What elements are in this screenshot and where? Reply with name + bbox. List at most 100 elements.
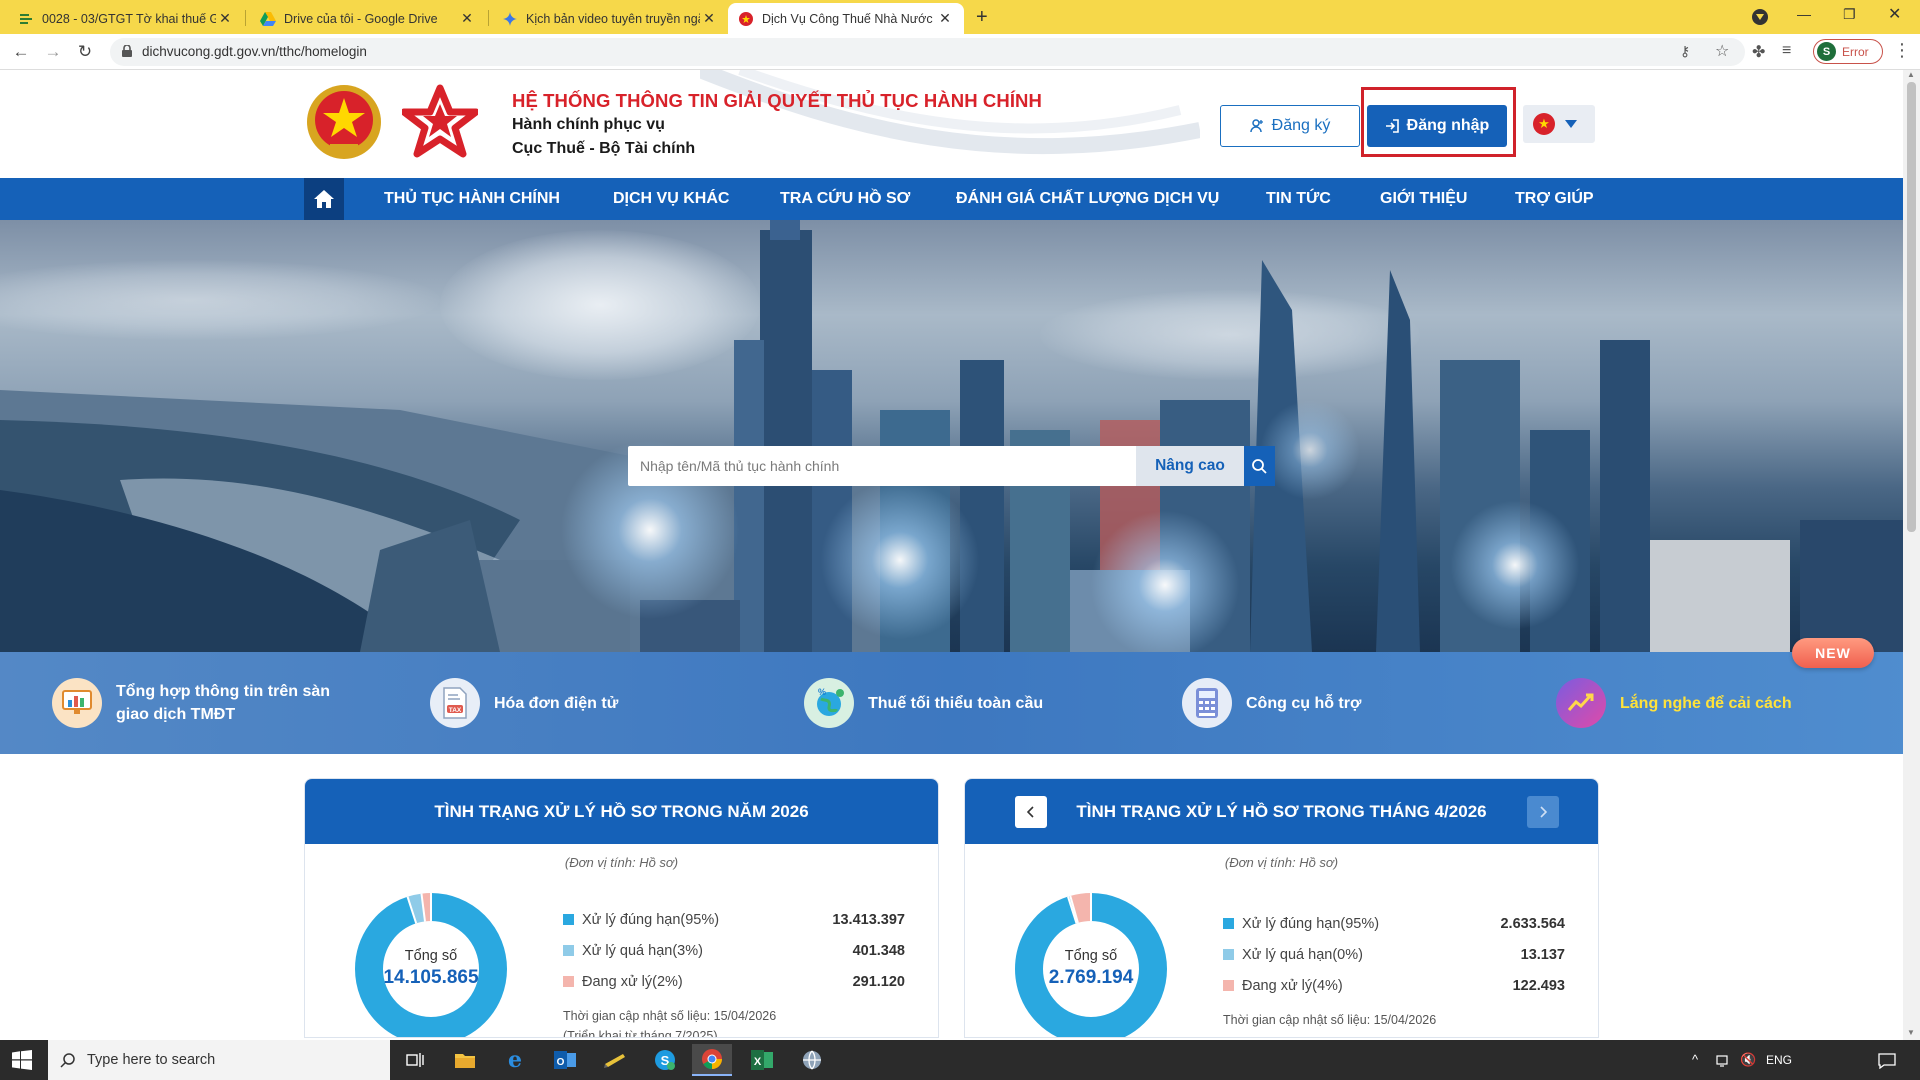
next-month-button[interactable] <box>1527 796 1559 828</box>
browser-toolbar: ← → ↻ dichvucong.gdt.gov.vn/tthc/homelog… <box>0 34 1920 70</box>
tab-title: Kịch bản video tuyên truyền ngắn <box>526 11 700 26</box>
outlook-icon[interactable]: O <box>545 1044 585 1076</box>
nav-news[interactable]: TIN TỨC <box>1266 178 1331 220</box>
browser-tab[interactable]: Drive của tôi - Google Drive ✕ <box>250 3 486 34</box>
close-window-icon[interactable]: ✕ <box>1888 4 1901 24</box>
close-tab-icon[interactable]: ✕ <box>458 10 476 27</box>
quick-link-support-tools[interactable]: Công cụ hỗ trợ <box>1182 652 1361 754</box>
scroll-up-icon[interactable]: ▲ <box>1907 70 1915 79</box>
svg-text:e: e <box>508 1049 522 1071</box>
network-icon[interactable] <box>1716 1040 1732 1080</box>
page-scrollbar[interactable]: ▲ ▼ <box>1903 70 1920 1040</box>
advanced-search-button[interactable]: Nâng cao <box>1136 446 1244 486</box>
previous-month-button[interactable] <box>1015 796 1047 828</box>
home-icon <box>314 190 334 208</box>
skype-icon[interactable]: S <box>645 1044 685 1076</box>
windows-start-icon[interactable] <box>12 1050 32 1075</box>
register-button[interactable]: Đăng ký <box>1220 105 1360 147</box>
new-tab-button[interactable]: + <box>976 6 988 29</box>
search-icon <box>60 1052 75 1068</box>
media-queue-icon[interactable]: ≡ <box>1782 42 1791 60</box>
extensions-icon[interactable]: ✤ <box>1752 42 1765 62</box>
scroll-down-icon[interactable]: ▼ <box>1907 1028 1915 1037</box>
quick-link-global-min-tax[interactable]: % Thuế tối thiểu toàn cầu <box>804 652 1043 754</box>
login-button[interactable]: Đăng nhập <box>1367 105 1507 147</box>
legend-label: Xử lý đúng hạn(95%) <box>1242 916 1380 932</box>
nav-service-rating[interactable]: ĐÁNH GIÁ CHẤT LƯỢNG DỊCH VỤ <box>956 178 1219 220</box>
home-button[interactable] <box>304 178 344 220</box>
url-text: dichvucong.gdt.gov.vn/tthc/homelogin <box>142 44 367 59</box>
gemini-icon <box>502 11 518 27</box>
windows-taskbar: Type here to search e O S X ^ 🔇 ENG <box>0 1040 1920 1080</box>
browser-tab[interactable]: 0028 - 03/GTGT Tờ khai thuế GTGT ✕ <box>8 3 244 34</box>
taskbar-search-box[interactable]: Type here to search <box>48 1040 390 1080</box>
browser-tab[interactable]: Kịch bản video tuyên truyền ngắn ✕ <box>492 3 728 34</box>
quick-link-e-invoice[interactable]: TAX Hóa đơn điện tử <box>430 652 618 754</box>
quick-link-label: Công cụ hỗ trợ <box>1246 694 1362 712</box>
svg-text:O: O <box>557 1057 565 1068</box>
quick-link-label: Hóa đơn điện tử <box>494 694 619 712</box>
key-icon[interactable]: ⚷ <box>1680 43 1690 60</box>
unit-label: (Đơn vị tính: Hồ sơ) <box>1224 855 1339 870</box>
quick-link-ecommerce[interactable]: Tổng hợp thông tin trên sàn giao dịch TM… <box>52 652 330 754</box>
bookmark-star-icon[interactable]: ☆ <box>1715 41 1729 61</box>
restore-icon[interactable]: ❐ <box>1843 6 1856 23</box>
search-button[interactable] <box>1244 446 1275 486</box>
tray-expand-icon[interactable]: ^ <box>1692 1040 1698 1080</box>
nav-procedures[interactable]: THỦ TỤC HÀNH CHÍNH <box>384 178 560 220</box>
network-tool-icon[interactable] <box>792 1044 832 1076</box>
legend-label: Xử lý đúng hạn(95%) <box>582 912 720 928</box>
total-label: Tổng số <box>404 948 458 964</box>
forward-icon[interactable]: → <box>41 40 65 64</box>
close-tab-icon[interactable]: ✕ <box>700 10 718 27</box>
legend-overdue: Xử lý quá hạn(0%) <box>1223 947 1363 963</box>
nav-other-services[interactable]: DỊCH VỤ KHÁC <box>613 178 729 220</box>
nav-help[interactable]: TRỢ GIÚP <box>1515 178 1594 220</box>
file-explorer-icon[interactable] <box>445 1044 485 1076</box>
excel-icon[interactable]: X <box>742 1044 782 1076</box>
browser-menu-icon[interactable]: ⋮ <box>1893 40 1911 61</box>
quick-link-listen-reform[interactable]: Lắng nghe để cải cách <box>1556 652 1792 754</box>
scrollbar-thumb[interactable] <box>1907 82 1916 532</box>
quick-link-label: Lắng nghe để cải cách <box>1620 694 1792 712</box>
legend-swatch <box>1223 918 1234 929</box>
browser-tab-active[interactable]: Dịch Vụ Công Thuế Nhà Nước ✕ <box>728 3 964 34</box>
address-bar[interactable]: dichvucong.gdt.gov.vn/tthc/homelogin ⚷ ☆ <box>110 38 1745 66</box>
legend-swatch <box>1223 949 1234 960</box>
close-tab-icon[interactable]: ✕ <box>216 10 234 27</box>
volume-muted-icon[interactable]: 🔇 <box>1740 1040 1756 1080</box>
nav-lookup-records[interactable]: TRA CỨU HỒ SƠ <box>780 178 910 220</box>
minimize-icon[interactable]: — <box>1797 6 1811 22</box>
language-selector[interactable]: ★ <box>1523 105 1595 143</box>
quick-link-label: Thuế tối thiểu toàn cầu <box>868 694 1044 712</box>
deployment-note: (Triển khai từ tháng 7/2025) <box>563 1029 718 1038</box>
pen-app-icon[interactable] <box>595 1044 635 1076</box>
agency-name: Cục Thuế - Bộ Tài chính <box>512 140 696 157</box>
reload-icon[interactable]: ↻ <box>73 40 97 64</box>
close-tab-icon[interactable]: ✕ <box>936 10 954 27</box>
sheet-icon <box>18 11 34 27</box>
back-icon[interactable]: ← <box>9 40 33 64</box>
profile-button[interactable]: S Error <box>1813 39 1883 64</box>
chrome-icon[interactable] <box>692 1044 732 1076</box>
light-glow <box>1450 500 1580 630</box>
legend-label: Đang xử lý(2%) <box>582 974 683 990</box>
updated-time: Thời gian cập nhật số liệu: 15/04/2026 <box>563 1009 777 1023</box>
lock-icon[interactable] <box>122 44 132 60</box>
internet-explorer-icon[interactable]: e <box>495 1044 535 1076</box>
nav-about[interactable]: GIỚI THIỆU <box>1380 178 1467 220</box>
task-view-icon[interactable] <box>395 1044 435 1076</box>
tab-search-icon[interactable] <box>1752 9 1768 25</box>
tax-document-icon: TAX <box>430 678 480 728</box>
monitor-chart-icon <box>52 678 102 728</box>
notifications-icon[interactable] <box>1878 1040 1896 1080</box>
search-input[interactable] <box>628 446 1136 486</box>
tax-agency-logo-icon <box>402 84 478 158</box>
hero-banner: Nâng cao <box>0 220 1903 652</box>
legend-label: Xử lý quá hạn(0%) <box>1242 947 1363 963</box>
input-language[interactable]: ENG <box>1766 1040 1792 1080</box>
updated-time: Thời gian cập nhật số liệu: 15/04/2026 <box>1223 1013 1437 1027</box>
legend-value: 2.633.564 <box>1500 916 1565 932</box>
legend-swatch <box>563 976 574 987</box>
unit-label: (Đơn vị tính: Hồ sơ) <box>564 855 679 870</box>
